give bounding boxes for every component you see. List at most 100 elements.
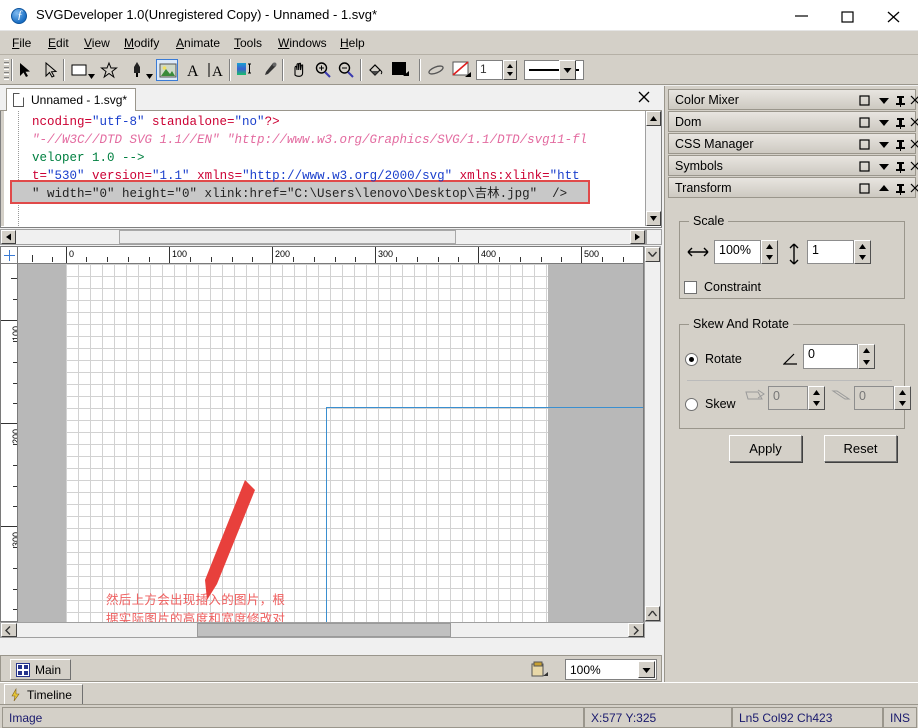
skew-y-input[interactable]: 0 (854, 386, 894, 410)
toolbar-grip[interactable] (4, 59, 9, 80)
timeline-tab[interactable]: Timeline (4, 684, 83, 705)
constraint-checkbox[interactable] (684, 281, 697, 294)
chevron-down-icon[interactable] (878, 161, 890, 175)
reset-button[interactable]: Reset (824, 435, 897, 462)
zoom-level-combobox[interactable]: 100% (565, 659, 657, 680)
panel-header-dom[interactable]: Dom (668, 111, 916, 132)
editor-vertical-scrollbar[interactable] (645, 111, 661, 226)
document-tab-close-button[interactable] (637, 90, 653, 106)
close-button[interactable] (871, 0, 917, 30)
editor-horizontal-scrollbar[interactable] (0, 229, 646, 245)
close-icon[interactable] (910, 183, 918, 197)
text-tool[interactable]: A (182, 59, 204, 81)
panel-header-color-mixer[interactable]: Color Mixer (668, 89, 916, 110)
zoom-out-tool[interactable] (335, 59, 357, 81)
canvas-scroll-left-button[interactable] (1, 623, 17, 637)
pin-icon[interactable] (895, 139, 906, 154)
star-polygon-tool[interactable] (98, 59, 120, 81)
scroll-up-button[interactable] (646, 111, 661, 126)
chevron-down-icon[interactable] (878, 95, 890, 109)
document-tab[interactable]: Unnamed - 1.svg* (6, 88, 136, 111)
scroll-left-button[interactable] (1, 230, 16, 244)
canvas-scroll-up-button[interactable] (645, 247, 660, 262)
stroke-width-input[interactable]: 1 (476, 60, 503, 80)
image-tool[interactable] (156, 59, 178, 81)
menu-modify[interactable]: Modify (118, 35, 165, 52)
close-icon[interactable] (910, 117, 918, 131)
code-line[interactable]: 4 t="530" version="1.1" xmlns="http://ww… (19, 167, 645, 185)
maximize-button[interactable] (825, 0, 871, 30)
skew-x-spinner[interactable] (808, 386, 825, 410)
code-line[interactable]: 3 veloper 1.0 --> (19, 149, 645, 167)
rotate-angle-spinner[interactable] (858, 344, 875, 369)
eyedropper-tool[interactable] (258, 59, 280, 81)
ruler-origin-button[interactable] (0, 246, 18, 264)
no-stroke-tool[interactable] (450, 59, 472, 81)
minimize-button[interactable] (779, 0, 825, 30)
panel-header-css-manager[interactable]: CSS Manager (668, 133, 916, 154)
panel-header-symbols[interactable]: Symbols (668, 155, 916, 176)
canvas-viewport[interactable]: 然后上方会出现插入的图片，根据实际图片的高度和宽度修改对应的值。 (18, 264, 644, 622)
horizontal-ruler[interactable]: 0 100 200 300 400 (18, 246, 644, 264)
pin-icon[interactable] (895, 183, 906, 198)
canvas-vertical-scrollbar[interactable] (644, 246, 661, 622)
chevron-down-icon[interactable] (878, 139, 890, 153)
restore-icon[interactable] (859, 161, 870, 175)
editor-hscroll-thumb[interactable] (119, 230, 456, 244)
restore-icon[interactable] (859, 139, 870, 153)
rectangle-tool[interactable] (68, 59, 90, 81)
subselect-arrow-tool[interactable] (40, 59, 62, 81)
menu-tools[interactable]: Tools (228, 35, 268, 52)
restore-icon[interactable] (859, 117, 870, 131)
rotate-angle-input[interactable]: 0 (803, 344, 858, 369)
pin-icon[interactable] (895, 117, 906, 132)
code-editor[interactable]: 1 ncoding="utf-8" standalone="no"?> 2 "-… (0, 111, 662, 228)
rotate-radio[interactable] (685, 353, 698, 366)
code-lines[interactable]: 1 ncoding="utf-8" standalone="no"?> 2 "-… (19, 111, 645, 226)
skew-x-input[interactable]: 0 (768, 386, 808, 410)
close-icon[interactable] (910, 139, 918, 153)
svg-page-grid[interactable] (66, 264, 548, 622)
stroke-style-tool[interactable] (425, 59, 447, 81)
canvas-hscroll-thumb[interactable] (197, 623, 451, 637)
chevron-up-icon[interactable] (878, 183, 890, 197)
zoom-dropdown-button[interactable] (638, 661, 655, 678)
hand-pan-tool[interactable] (288, 59, 310, 81)
scene-main-tab[interactable]: Main (10, 659, 71, 680)
line-style-dropdown[interactable] (559, 60, 576, 80)
scale-x-input[interactable]: 100% (714, 240, 761, 264)
skew-radio[interactable] (685, 398, 698, 411)
zoom-in-tool[interactable] (312, 59, 334, 81)
restore-icon[interactable] (859, 183, 870, 197)
close-icon[interactable] (910, 95, 918, 109)
stroke-width-spinner[interactable] (503, 60, 517, 80)
canvas-horizontal-scrollbar[interactable] (0, 622, 645, 638)
code-line[interactable]: 2 "-//W3C//DTD SVG 1.1//EN" "http://www.… (19, 131, 645, 149)
apply-button[interactable]: Apply (729, 435, 802, 462)
scroll-right-button[interactable] (630, 230, 645, 244)
scale-y-spinner[interactable] (854, 240, 871, 264)
canvas-scroll-right-button[interactable] (628, 623, 644, 637)
menu-file[interactable]: File (6, 35, 37, 52)
pen-path-tool[interactable] (126, 59, 148, 81)
skew-y-spinner[interactable] (894, 386, 911, 410)
menu-view[interactable]: View (78, 35, 116, 52)
pin-icon[interactable] (895, 161, 906, 176)
gradient-tool[interactable] (234, 59, 256, 81)
menu-edit[interactable]: Edit (42, 35, 75, 52)
select-arrow-tool[interactable] (14, 59, 36, 81)
menu-windows[interactable]: Windows (272, 35, 333, 52)
svg-document-outline[interactable] (326, 407, 644, 622)
scale-x-spinner[interactable] (761, 240, 778, 264)
pen-tool-dropdown[interactable] (146, 68, 153, 73)
menu-animate[interactable]: Animate (170, 35, 226, 52)
code-line-selected[interactable]: 5 " width="0" height="0" xlink:href="C:\… (19, 185, 645, 203)
scroll-down-button[interactable] (646, 211, 661, 226)
close-icon[interactable] (910, 161, 918, 175)
code-line[interactable]: 6 (19, 203, 645, 221)
code-line[interactable]: 1 ncoding="utf-8" standalone="no"?> (19, 113, 645, 131)
paint-bucket-tool[interactable] (364, 59, 386, 81)
edit-scene-icon[interactable] (529, 660, 551, 680)
restore-icon[interactable] (859, 95, 870, 109)
canvas-scroll-down-button[interactable] (645, 606, 660, 621)
